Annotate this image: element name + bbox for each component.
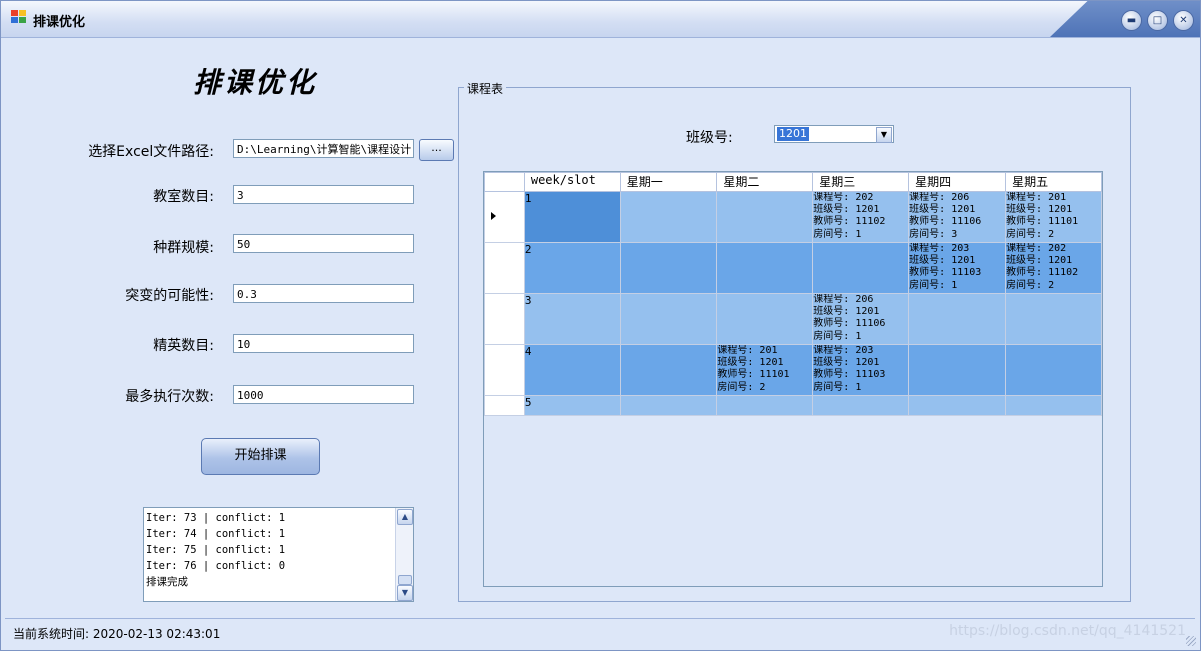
column-header[interactable]: 星期四 <box>908 172 1007 192</box>
column-header[interactable]: week/slot <box>523 172 621 192</box>
schedule-cell[interactable]: 课程号: 206 班级号: 1201 教师号: 11106 房间号: 1 <box>812 293 910 345</box>
elite-label: 精英数目: <box>153 338 214 354</box>
schedule-cell[interactable]: 课程号: 203 班级号: 1201 教师号: 11103 房间号: 1 <box>908 242 1007 294</box>
maximize-button[interactable]: □ <box>1147 10 1168 31</box>
column-header[interactable]: 星期二 <box>716 172 814 192</box>
schedule-cell[interactable] <box>908 293 1007 345</box>
class-select[interactable]: 1201 ▼ <box>774 125 894 143</box>
table-row[interactable]: 4 课程号: 201 班级号: 1201 教师号: 11101 房间号: 2 课程号… <box>484 344 1102 396</box>
schedule-cell[interactable] <box>1005 344 1102 396</box>
rooms-label: 教室数目: <box>153 189 214 205</box>
schedule-cell[interactable]: 课程号: 202 班级号: 1201 教师号: 11102 房间号: 2 <box>1005 242 1102 294</box>
population-field[interactable]: 50 <box>233 234 414 253</box>
class-select-value: 1201 <box>777 127 809 141</box>
schedule-cell[interactable] <box>908 344 1007 396</box>
schedule-cell[interactable] <box>716 395 814 416</box>
schedule-cell[interactable] <box>619 242 718 294</box>
schedule-cell[interactable] <box>619 395 718 416</box>
slot-cell[interactable]: 5 <box>523 395 621 416</box>
log-line: Iter: 74 | conflict: 1 <box>146 528 286 540</box>
slot-cell[interactable]: 4 <box>523 344 621 396</box>
minimize-button[interactable]: ▬ <box>1121 10 1142 31</box>
schedule-cell[interactable]: 课程号: 201 班级号: 1201 教师号: 11101 房间号: 2 <box>716 344 814 396</box>
column-header[interactable]: 星期五 <box>1005 172 1102 192</box>
browse-button[interactable]: ... <box>419 139 454 161</box>
status-divider <box>5 618 1195 619</box>
page-title: 排课优化 <box>193 66 318 99</box>
schedule-cell[interactable]: 课程号: 202 班级号: 1201 教师号: 11102 房间号: 1 <box>812 191 910 243</box>
table-row[interactable]: 1 课程号: 202 班级号: 1201 教师号: 11102 房间号: 1 课程号… <box>484 191 1102 243</box>
population-label: 种群规模: <box>153 240 214 256</box>
path-label: 选择Excel文件路径: <box>88 144 214 160</box>
schedule-cell[interactable] <box>1005 395 1102 416</box>
row-header[interactable] <box>484 395 525 416</box>
schedule-cell[interactable] <box>812 395 910 416</box>
schedule-cell[interactable] <box>716 191 814 243</box>
window-title: 排课优化 <box>33 15 86 30</box>
main-window: 排课优化 ▬ □ ✕ 排课优化 选择Excel文件路径: D:\Learning… <box>0 0 1201 651</box>
watermark: https://blog.csdn.net/qq_4141521 <box>949 623 1186 639</box>
schedule-group-title: 课程表 <box>464 80 507 97</box>
table-row[interactable]: 3 课程号: 206 班级号: 1201 教师号: 11106 房间号: 1 <box>484 293 1102 345</box>
table-row[interactable]: 2 课程号: 203 班级号: 1201 教师号: 11103 房间号: 1 课程号… <box>484 242 1102 294</box>
schedule-cell[interactable] <box>1005 293 1102 345</box>
schedule-cell[interactable] <box>619 293 718 345</box>
elite-field[interactable]: 10 <box>233 334 414 353</box>
schedule-cell[interactable] <box>619 344 718 396</box>
slot-cell[interactable]: 1 <box>523 191 621 243</box>
row-header[interactable] <box>484 293 525 345</box>
log-line: Iter: 76 | conflict: 0 <box>146 560 286 572</box>
path-field[interactable]: D:\Learning\计算智能\课程设计 <box>233 139 414 158</box>
log-scrollbar[interactable]: ▲ ▼ <box>395 508 413 601</box>
scroll-up-icon[interactable]: ▲ <box>397 509 413 525</box>
chevron-down-icon[interactable]: ▼ <box>876 127 892 143</box>
class-label: 班级号: <box>686 130 733 146</box>
close-icon: ✕ <box>1179 15 1188 26</box>
schedule-cell[interactable]: 课程号: 201 班级号: 1201 教师号: 11101 房间号: 2 <box>1005 191 1102 243</box>
max-iter-field[interactable]: 1000 <box>233 385 414 404</box>
table-row[interactable]: 5 <box>484 395 1102 416</box>
schedule-grid[interactable]: week/slot 星期一 星期二 星期三 星期四 星期五 1 课程号: 202 班级号: 1… <box>483 171 1103 587</box>
grid-corner <box>484 172 525 192</box>
max-iter-label: 最多执行次数: <box>125 389 214 405</box>
log-line: 排课完成 <box>146 576 188 588</box>
current-row-icon <box>491 212 496 220</box>
log-lines: Iter: 73 | conflict: 1 Iter: 74 | conflic… <box>146 510 285 590</box>
resize-grip-icon[interactable] <box>1186 636 1196 646</box>
schedule-cell[interactable] <box>908 395 1007 416</box>
app-icon <box>11 10 27 24</box>
rooms-field[interactable]: 3 <box>233 185 414 204</box>
schedule-cell[interactable] <box>812 242 910 294</box>
column-header[interactable]: 星期三 <box>812 172 910 192</box>
row-header[interactable] <box>484 242 525 294</box>
log-line: Iter: 73 | conflict: 1 <box>146 512 286 524</box>
row-header[interactable] <box>484 344 525 396</box>
schedule-table: week/slot 星期一 星期二 星期三 星期四 星期五 1 课程号: 202 班级号: 1… <box>484 172 1102 416</box>
log-textarea[interactable]: Iter: 73 | conflict: 1 Iter: 74 | conflic… <box>143 507 414 602</box>
title-bar[interactable]: 排课优化 ▬ □ ✕ <box>1 1 1200 38</box>
time-label: 当前系统时间: <box>13 627 90 641</box>
slot-cell[interactable]: 3 <box>523 293 621 345</box>
minimize-icon: ▬ <box>1126 15 1137 26</box>
log-line: Iter: 75 | conflict: 1 <box>146 544 286 556</box>
schedule-cell[interactable]: 课程号: 206 班级号: 1201 教师号: 11106 房间号: 3 <box>908 191 1007 243</box>
scroll-down-icon[interactable]: ▼ <box>397 585 413 601</box>
schedule-cell[interactable] <box>716 242 814 294</box>
column-header[interactable]: 星期一 <box>619 172 718 192</box>
maximize-icon: □ <box>1152 15 1163 26</box>
schedule-cell[interactable] <box>716 293 814 345</box>
schedule-cell[interactable] <box>619 191 718 243</box>
close-button[interactable]: ✕ <box>1173 10 1194 31</box>
scroll-thumb[interactable] <box>398 575 412 585</box>
slot-cell[interactable]: 2 <box>523 242 621 294</box>
mutation-field[interactable]: 0.3 <box>233 284 414 303</box>
status-bar: 当前系统时间: 2020-02-13 02:43:01 <box>13 625 220 642</box>
schedule-cell[interactable]: 课程号: 203 班级号: 1201 教师号: 11103 房间号: 1 <box>812 344 910 396</box>
time-value: 2020-02-13 02:43:01 <box>92 627 221 641</box>
row-header[interactable] <box>484 191 525 243</box>
start-scheduling-button[interactable]: 开始排课 <box>201 438 320 475</box>
mutation-label: 突变的可能性: <box>125 288 214 304</box>
